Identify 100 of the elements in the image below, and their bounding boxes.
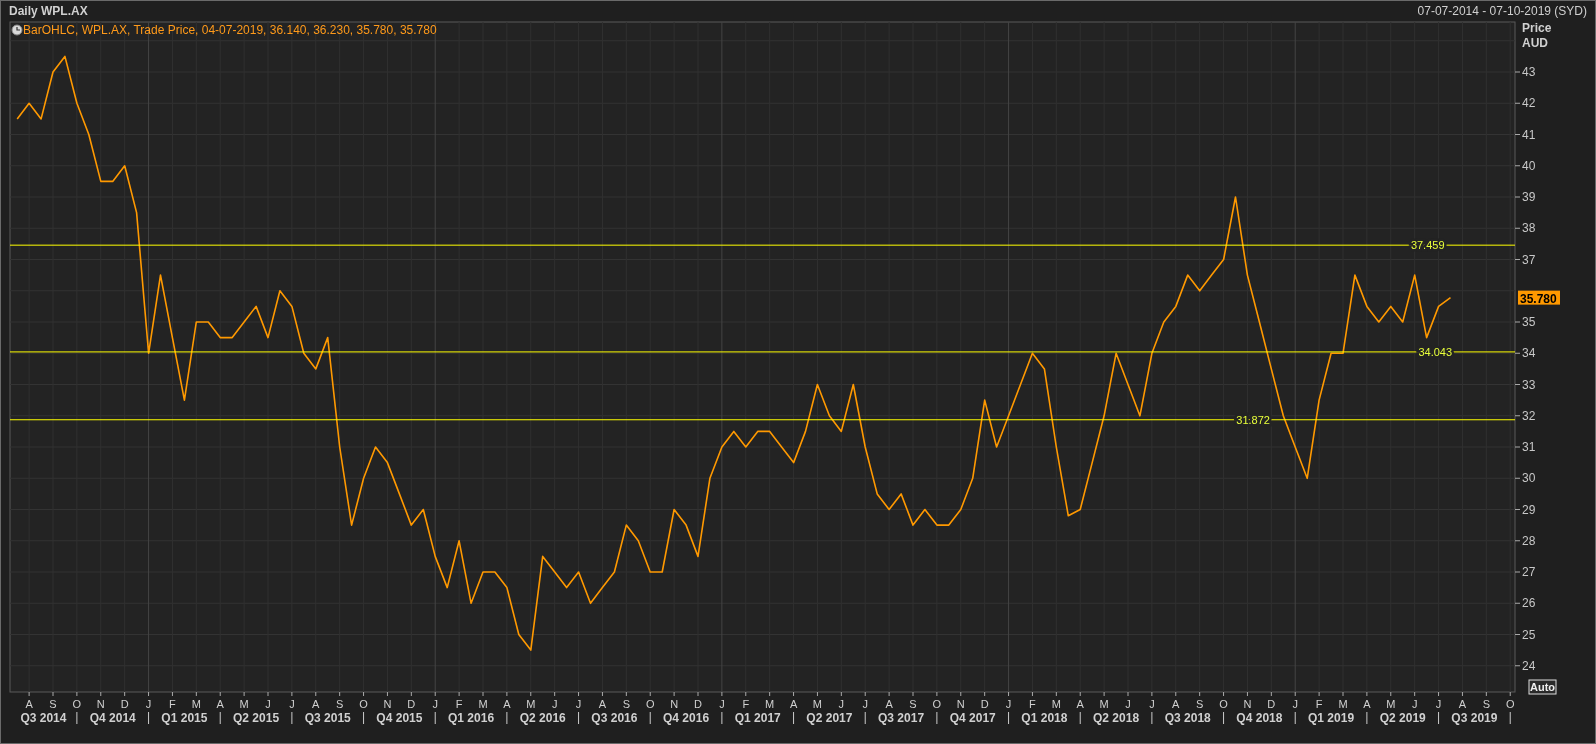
axis-label: N <box>956 698 965 710</box>
axis-label: D <box>1267 698 1276 710</box>
axis-label: Q2 2016 <box>519 711 566 725</box>
axis-label: Q2 2015 <box>233 711 280 725</box>
axis-label: F <box>742 698 750 710</box>
axis-label: D <box>980 698 989 710</box>
axis-label: O <box>932 698 942 710</box>
axis-label: 27 <box>1522 565 1536 579</box>
axis-label: 24 <box>1522 658 1536 673</box>
axis-label: O <box>359 698 368 710</box>
axis-label: Q1 2019 <box>1308 711 1355 725</box>
axis-label: A <box>1172 698 1180 710</box>
axis-label: Q2 2019 <box>1379 711 1426 725</box>
axis-label: Q1 2018 <box>1021 711 1068 725</box>
axis-label: 35 <box>1522 315 1536 329</box>
axis-label: Q1 2016 <box>448 711 495 725</box>
axis-label: Q3 2014 <box>20 711 67 725</box>
axis-label: Q1 2015 <box>161 711 208 725</box>
axis-label: Q3 2019 <box>1451 711 1498 725</box>
axis-label: 29 <box>1522 502 1536 517</box>
auto-button[interactable]: Auto <box>1528 679 1557 695</box>
axis-label: N <box>96 698 105 710</box>
axis-label: F <box>169 698 176 710</box>
axis-label: Q4 2017 <box>949 711 996 725</box>
axis-label: J <box>862 698 868 710</box>
axis-title: Price <box>1522 21 1552 35</box>
axis-label: Q4 2016 <box>663 711 710 725</box>
axis-label: D <box>120 698 129 710</box>
axis-label: J <box>289 698 295 710</box>
axis-label: J <box>1005 698 1012 710</box>
price-badge: 35.780 <box>1518 290 1560 306</box>
axis-label: F <box>1315 698 1323 710</box>
axis-label: M <box>1386 698 1396 710</box>
axis-label: M <box>1338 698 1348 710</box>
axis-label: S <box>336 698 344 710</box>
axis-label: M <box>239 698 249 710</box>
axis-label: 42 <box>1522 96 1536 111</box>
axis-label: M <box>765 698 775 710</box>
axis-label: 40 <box>1522 158 1536 173</box>
axis-label: 41 <box>1522 127 1536 142</box>
axis-label: 34 <box>1522 346 1536 361</box>
axis-label: Q3 2017 <box>878 711 925 725</box>
axis-label: S <box>909 698 917 710</box>
axis-label: M <box>812 698 823 710</box>
clock-icon <box>11 24 23 36</box>
axis-label: J <box>719 698 725 710</box>
axis-label: N <box>670 698 679 710</box>
axis-label: Q3 2015 <box>304 711 351 725</box>
axis-label: Q4 2015 <box>376 711 423 725</box>
axis-label: S <box>1196 698 1204 710</box>
axis-label: A <box>1076 698 1084 710</box>
axis-label: M <box>526 698 536 710</box>
axis-label: A <box>312 698 320 710</box>
axis-label: 30 <box>1522 471 1536 486</box>
axis-label: A <box>1458 698 1467 710</box>
axis-label: 28 <box>1522 533 1536 548</box>
axis-label: 37 <box>1522 252 1536 267</box>
axis-label: A <box>1363 698 1371 710</box>
axis-label: D <box>407 698 416 710</box>
axis-label: 43 <box>1522 65 1536 79</box>
axis-label: 38 <box>1522 221 1536 236</box>
axis-label: F <box>455 698 463 710</box>
axis-label: O <box>72 698 82 710</box>
axis-label: 26 <box>1522 596 1536 611</box>
axis-label: J <box>1292 698 1298 710</box>
axis-label: J <box>145 698 152 710</box>
axis-label: M <box>191 698 201 710</box>
axis-label: 25 <box>1522 627 1536 642</box>
axis-label: Q1 2017 <box>734 711 781 725</box>
axis-label: A <box>598 698 607 710</box>
axis-label: J <box>265 698 271 710</box>
axis-label: S <box>1482 698 1490 710</box>
axis-label: A <box>25 698 33 710</box>
axis-label: N <box>383 698 392 710</box>
axis-label: Q2 2017 <box>806 711 853 725</box>
axis-label: J <box>575 698 582 710</box>
axis-label: A <box>789 698 798 710</box>
axis-label: J <box>1435 698 1442 710</box>
axis-label: Q4 2018 <box>1236 711 1283 725</box>
axis-label: N <box>1243 698 1252 710</box>
axis-label: J <box>1149 698 1155 710</box>
legend-text: BarOHLC, WPL.AX, Trade Price, 04-07-2019, 36.140, 36.230, 35.780, 35.780 <box>23 23 437 37</box>
axis-label: 33 <box>1522 377 1536 392</box>
axis-label: 32 <box>1522 408 1536 423</box>
axis-label: M <box>1051 698 1061 710</box>
axis-label: J <box>1125 698 1131 710</box>
date-range: 07-07-2014 - 07-10-2019 (SYD) <box>1417 2 1587 20</box>
axis-label: 39 <box>1522 190 1536 204</box>
axis-label: J <box>432 698 438 710</box>
axis-label: A <box>216 698 224 710</box>
axis-label: M <box>478 698 488 710</box>
axis-label: 31 <box>1522 440 1536 454</box>
axis-label: A <box>503 698 511 710</box>
axis-title: AUD <box>1522 36 1548 50</box>
axis-label: A <box>885 698 893 710</box>
axis-label: D <box>694 698 702 710</box>
axis-label: Q3 2016 <box>591 711 638 725</box>
axis-label: M <box>1099 698 1109 710</box>
axis-label: Q4 2014 <box>89 711 136 725</box>
axis-label: Q3 2018 <box>1164 711 1211 725</box>
